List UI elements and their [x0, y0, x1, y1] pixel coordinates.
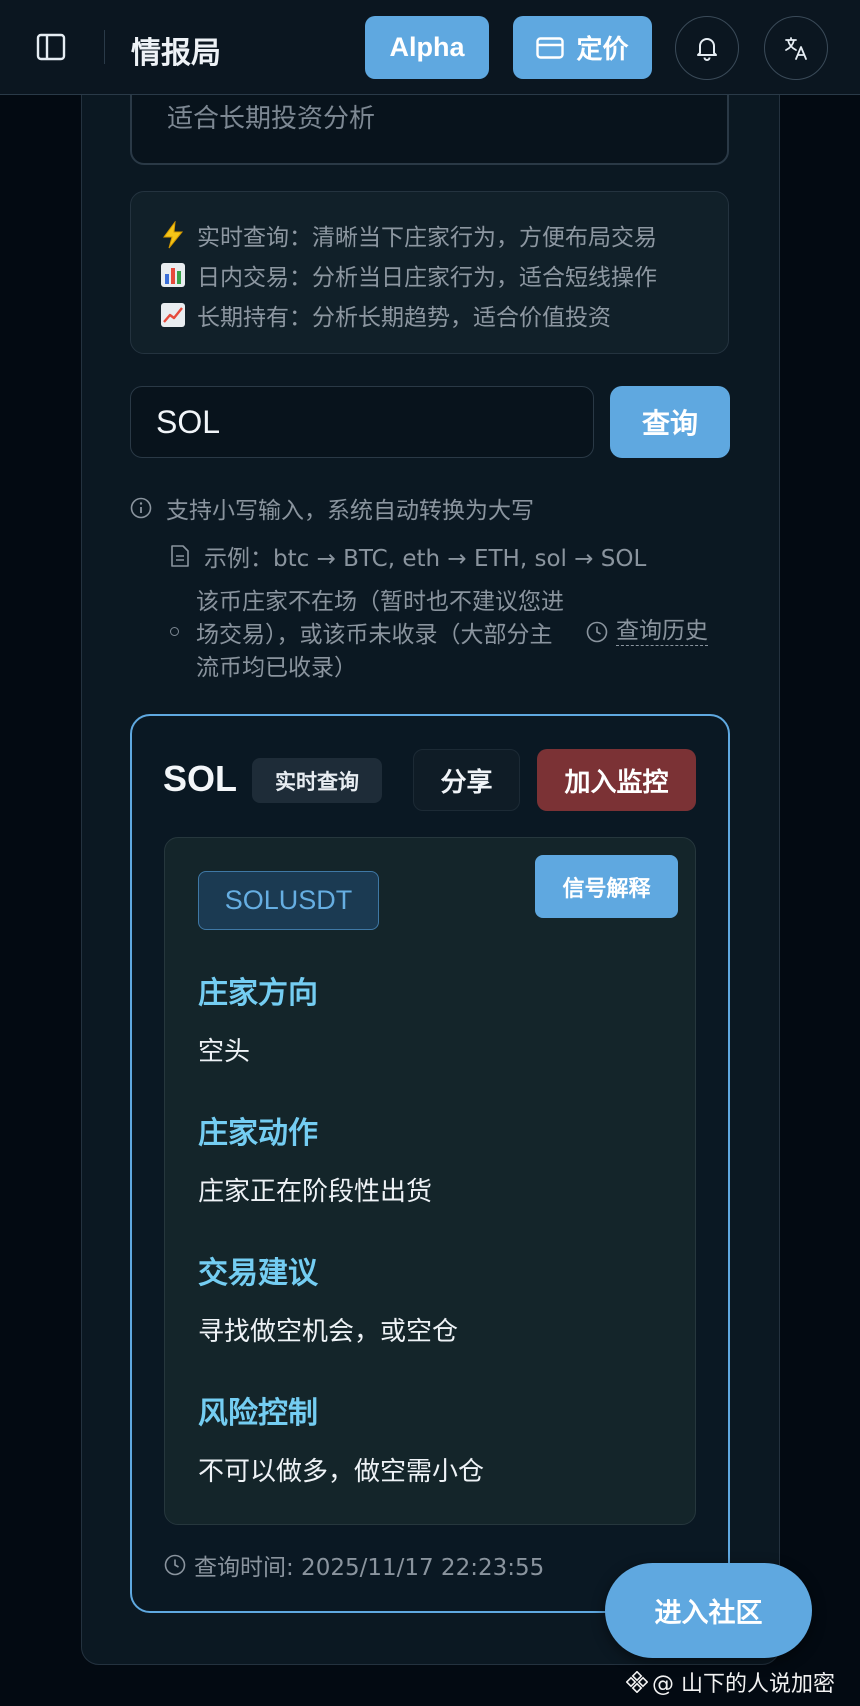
enter-community-button[interactable]: 进入社区: [605, 1563, 812, 1658]
clock-icon: [586, 621, 608, 642]
app-title: 情报局: [131, 36, 221, 71]
section-title-direction: 庄家方向: [198, 976, 318, 1011]
lowercase-hint-text: 支持小写输入，系统自动转换为大写: [166, 498, 534, 524]
pricing-button[interactable]: 定价: [513, 16, 652, 79]
clock-icon: [164, 1554, 186, 1576]
example-hint-text: 示例：btc → BTC, eth → ETH, sol → SOL: [204, 546, 647, 572]
translate-icon: [785, 37, 807, 60]
section-title-action: 庄家动作: [198, 1116, 318, 1151]
mode-row-text: 实时查询：清晰当下庄家行为，方便布局交易: [197, 225, 657, 251]
watermark-text: @ 山下的人说加密: [652, 1672, 835, 1697]
info-icon: [130, 497, 152, 519]
query-mode-tag: 实时查询: [252, 758, 382, 803]
mode-option-description: 适合长期投资分析: [167, 104, 376, 134]
language-button[interactable]: [764, 16, 828, 80]
bar-chart-icon: [159, 261, 187, 289]
header-divider: [104, 30, 105, 64]
signal-explain-button[interactable]: 信号解释: [535, 855, 678, 918]
section-title-advice: 交易建议: [198, 1256, 318, 1291]
top-bar: 情报局 Alpha 定价: [0, 0, 860, 95]
notifications-button[interactable]: [675, 16, 739, 80]
document-icon: [171, 545, 189, 567]
mode-row-text: 日内交易：分析当日庄家行为，适合短线操作: [197, 265, 657, 291]
section-title-risk: 风险控制: [198, 1396, 318, 1431]
symbol-search-input[interactable]: [130, 386, 594, 458]
credit-card-icon: [536, 36, 565, 59]
section-value-advice: 寻找做空机会，或空仓: [198, 1317, 459, 1347]
example-hint: 示例：btc → BTC, eth → ETH, sol → SOL: [170, 539, 646, 573]
query-timestamp: 查询时间: 2025/11/17 22:23:55: [164, 1548, 544, 1582]
alpha-button[interactable]: Alpha: [365, 16, 489, 79]
query-history-label: 查询历史: [616, 618, 708, 646]
query-time-text: 查询时间: 2025/11/17 22:23:55: [194, 1555, 545, 1581]
bullet-dot-icon: [170, 627, 179, 636]
bell-icon: [697, 38, 717, 61]
mode-row-longterm: 长期持有：分析长期趋势，适合价值投资: [159, 298, 611, 332]
watermark: @ 山下的人说加密: [626, 1666, 835, 1698]
lowercase-hint: 支持小写输入，系统自动转换为大写: [130, 491, 534, 525]
query-button[interactable]: 查询: [610, 386, 730, 458]
result-symbol: SOL: [163, 758, 238, 799]
mode-row-intraday: 日内交易：分析当日庄家行为，适合短线操作: [159, 258, 657, 292]
mode-row-text: 长期持有：分析长期趋势，适合价值投资: [197, 305, 611, 331]
trend-up-icon: [159, 301, 187, 329]
not-listed-hint: 该币庄家不在场（暂时也不建议您进场交易），或该币未收录（大部分主流币均已收录）: [196, 589, 564, 681]
section-value-risk: 不可以做多，做空需小仓: [198, 1457, 485, 1487]
sidebar-toggle-icon[interactable]: [36, 32, 66, 62]
mode-row-realtime: 实时查询：清晰当下庄家行为，方便布局交易: [159, 218, 657, 252]
mode-descriptions: 实时查询：清晰当下庄家行为，方便布局交易 日内交易：分析当日庄家行为，适合短线操…: [130, 191, 729, 354]
query-history-link[interactable]: 查询历史: [586, 617, 708, 646]
binance-logo-icon: [626, 1671, 648, 1693]
section-value-direction: 空头: [198, 1037, 251, 1067]
lightning-icon: [159, 221, 187, 249]
section-value-action: 庄家正在阶段性出货: [198, 1177, 433, 1207]
share-button[interactable]: 分享: [413, 749, 520, 811]
pricing-label: 定价: [576, 35, 629, 65]
trading-pair-badge: SOLUSDT: [198, 871, 379, 930]
add-monitor-button[interactable]: 加入监控: [537, 749, 696, 811]
